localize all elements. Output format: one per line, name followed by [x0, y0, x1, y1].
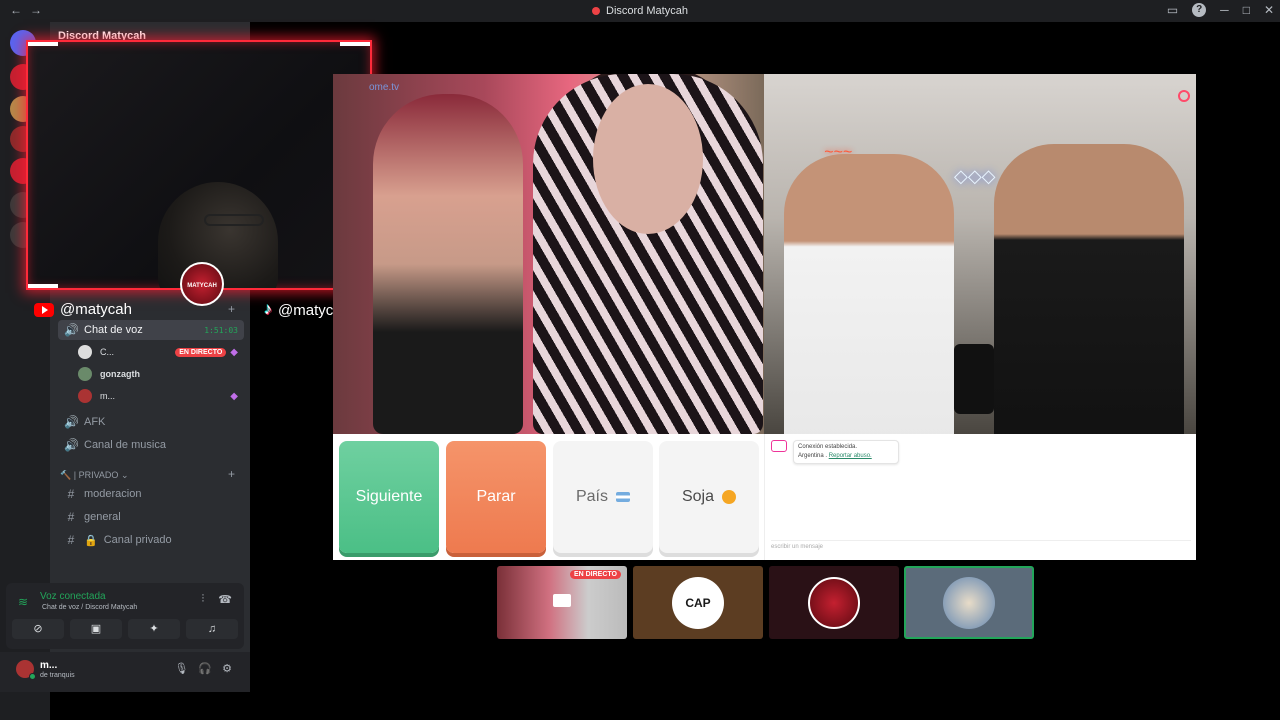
avatar [78, 345, 92, 359]
screen-share-icon [553, 594, 571, 607]
voice-location[interactable]: Chat de voz / Discord Matycah [42, 604, 137, 611]
voice-connection-panel: ≋ Voz conectada Chat de voz / Discord Ma… [6, 583, 244, 649]
voice-member[interactable]: m... ◆ [78, 386, 242, 406]
channel-general[interactable]: # general [58, 507, 244, 527]
disconnect-icon[interactable]: ☎ [218, 593, 232, 606]
youtube-handle: @matycah [34, 301, 132, 318]
self-video: ~~~ ◇◇◇ [764, 74, 1196, 434]
voice-status[interactable]: Voz conectada [40, 591, 106, 602]
frame-corner [340, 42, 370, 46]
webcam-overlay [26, 40, 372, 290]
chevron-down-icon: ⌄ [120, 470, 129, 480]
stop-button[interactable]: Parar [446, 441, 546, 553]
avatar: CAP [672, 576, 724, 629]
headphones-icon[interactable]: 🎧 [198, 662, 212, 675]
close-button[interactable]: ✕ [1264, 3, 1274, 17]
speaker-icon: 🔊 [64, 323, 79, 337]
country-button[interactable]: País [553, 441, 653, 553]
avatar [78, 367, 92, 381]
inbox-icon[interactable]: ▭ [1167, 3, 1178, 17]
glasses [204, 214, 264, 226]
person-right-face [593, 84, 703, 234]
channel-music[interactable]: 🔊 Canal de musica [58, 435, 244, 455]
title-bar: ← → Discord Matycah ▭ ? ─ □ ✕ [0, 0, 1280, 22]
hash-icon: # [67, 487, 75, 501]
live-badge: EN DIRECTO [175, 347, 227, 357]
custom-status: de tranquis [40, 672, 75, 679]
stream-thumbnail[interactable]: EN DIRECTO [497, 566, 627, 639]
frame-corner [28, 284, 58, 288]
lock-icon: 🔒 [84, 534, 98, 547]
report-abuse-link[interactable]: Reportar abuso. [829, 453, 872, 459]
hash-icon: # [67, 510, 75, 524]
username[interactable]: m... [40, 660, 57, 671]
person-white-shirt [784, 154, 954, 434]
activity-icon: ◆ [230, 390, 238, 402]
participant-tile[interactable]: CAP [633, 566, 763, 639]
person-left [373, 94, 523, 434]
channel-afk[interactable]: 🔊 AFK [58, 412, 244, 432]
person-black-shirt [994, 144, 1184, 434]
avatar [943, 576, 995, 629]
matycah-logo: MATYCAH [180, 262, 224, 306]
channel-private[interactable]: # 🔒 Canal privado [58, 530, 244, 550]
microphone [954, 344, 994, 414]
camera-off-button[interactable]: ⊘ [12, 619, 64, 639]
noise-suppression-icon[interactable]: ⫶ [202, 593, 205, 606]
live-badge: EN DIRECTO [569, 570, 621, 579]
hammer-icon: 🔨 [60, 470, 72, 480]
screen-share-stream[interactable]: ome.tv ~~~ ◇◇◇ Siguiente Parar País Soja… [333, 74, 1196, 560]
gender-button[interactable]: Soja [659, 441, 759, 553]
user-bar: m... de tranquis 🎙 🎧 ⚙ [0, 652, 250, 692]
argentina-flag-icon [616, 492, 630, 502]
microphone-icon[interactable]: 🎙 [174, 662, 188, 675]
neon-sign: ◇◇◇ [954, 166, 996, 186]
site-watermark: ome.tv [369, 82, 400, 93]
report-icon[interactable] [1178, 90, 1190, 102]
soundboard-button[interactable]: ♫ [186, 619, 238, 639]
voice-action-buttons: ⊘ ▣ ✦ ♫ [6, 619, 244, 639]
speaker-icon: 🔊 [64, 438, 79, 452]
window-title: Discord Matycah [0, 5, 1280, 17]
next-button[interactable]: Siguiente [339, 441, 439, 553]
help-icon[interactable]: ? [1192, 3, 1207, 17]
server-dot-icon [592, 7, 601, 15]
maximize-button[interactable]: □ [1243, 3, 1250, 17]
online-status-icon [29, 673, 36, 680]
stranger-video: ome.tv [333, 74, 764, 434]
signal-icon: ≋ [18, 595, 29, 609]
activities-button[interactable]: ✦ [128, 619, 180, 639]
chat-controls: Siguiente Parar País Soja [333, 434, 764, 560]
hash-icon: # [67, 533, 75, 547]
voice-member[interactable]: C... EN DIRECTO ◆ [78, 342, 242, 362]
system-message: Conexión establecida. Argentina . Report… [793, 440, 899, 464]
avatar [808, 576, 860, 629]
voice-member[interactable]: gonzagth [78, 364, 242, 384]
message-input[interactable]: escribir un mensaje [771, 540, 1191, 554]
window-controls: ▭ ? ─ □ ✕ [1167, 3, 1274, 17]
face-emoji-icon [722, 490, 737, 504]
participant-tile[interactable] [769, 566, 899, 639]
minimize-button[interactable]: ─ [1220, 3, 1229, 17]
channel-moderacion[interactable]: # moderacion [58, 484, 244, 504]
screen-share-button[interactable]: ▣ [70, 619, 122, 639]
participant-tile-speaking[interactable] [904, 566, 1034, 639]
avatar [78, 389, 92, 403]
text-chat: Conexión establecida. Argentina . Report… [764, 434, 1196, 560]
chat-bubble-icon [771, 440, 787, 452]
channel-voice-chat[interactable]: 🔊 Chat de voz 1:51:03 [58, 320, 244, 340]
call-timer: 1:51:03 [204, 325, 238, 335]
frame-corner [28, 42, 58, 46]
category-private[interactable]: 🔨 | PRIVADO ⌄ [60, 470, 128, 481]
gear-icon[interactable]: ⚙ [222, 662, 232, 675]
speaker-icon: 🔊 [64, 415, 79, 429]
youtube-icon [34, 302, 54, 317]
activity-icon: ◆ [230, 346, 238, 358]
